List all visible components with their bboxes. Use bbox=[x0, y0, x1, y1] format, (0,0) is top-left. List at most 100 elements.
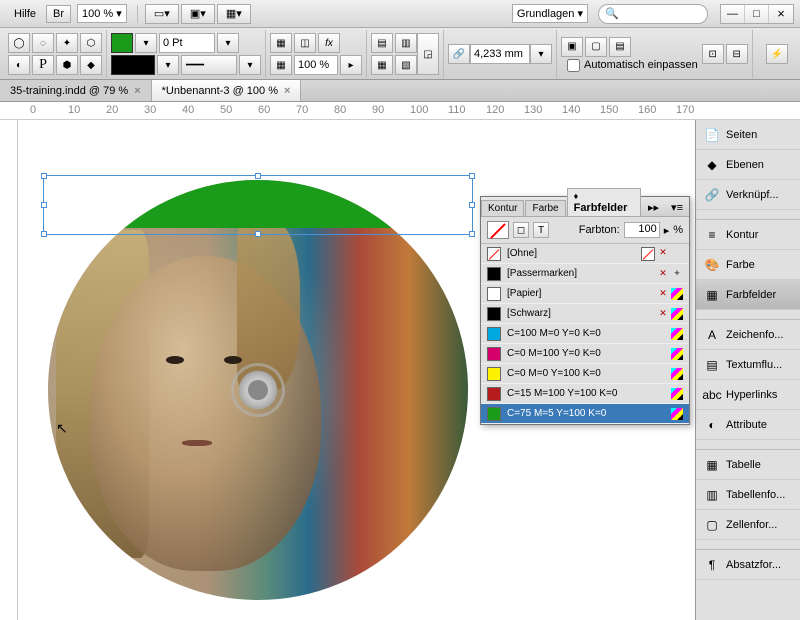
fill-swatch[interactable] bbox=[111, 33, 133, 53]
opacity-icon[interactable]: ▦ bbox=[270, 55, 292, 75]
panel-tab[interactable]: ◆Ebenen bbox=[696, 150, 800, 180]
fit-icon[interactable]: ▤ bbox=[609, 37, 631, 57]
autofit-checkbox[interactable]: Automatisch einpassen bbox=[567, 59, 698, 72]
swatch-row[interactable]: [Passermarken]✕✦ bbox=[481, 264, 689, 284]
fit-icon[interactable]: ▣ bbox=[561, 37, 583, 57]
tint-input[interactable]: 100 bbox=[624, 222, 660, 238]
panel-tab[interactable]: 🔗Verknüpf... bbox=[696, 180, 800, 210]
swatch-row[interactable]: C=75 M=5 Y=100 K=0 bbox=[481, 404, 689, 424]
textwrap-icon[interactable]: ▦ bbox=[371, 55, 393, 75]
tool-icon[interactable]: ✦ bbox=[56, 33, 78, 53]
fit-icon[interactable]: ⊡ bbox=[702, 44, 724, 64]
panel-menu-icon[interactable]: ▾≡ bbox=[665, 199, 689, 216]
ruler-vertical[interactable] bbox=[0, 120, 18, 620]
panel-tab[interactable]: 🎨Farbe bbox=[696, 250, 800, 280]
fill-indicator[interactable] bbox=[487, 221, 509, 239]
bridge-button[interactable]: Br bbox=[46, 5, 71, 23]
control-toolbar: ◯ ◌ ✦ ⬡ ◐ P ⬢ ◆ ▾ 0 Pt ▾ ▾ ━ bbox=[0, 28, 800, 80]
panel-tab-farbe[interactable]: Farbe bbox=[525, 200, 565, 216]
fit-icon[interactable]: ⊟ bbox=[726, 44, 748, 64]
opacity-icon[interactable]: ▦ bbox=[270, 33, 292, 53]
tool-icon[interactable]: ◆ bbox=[80, 55, 102, 75]
opacity-input[interactable]: 100 % bbox=[294, 55, 338, 75]
tool-icon[interactable]: ⬢ bbox=[56, 55, 78, 75]
panel-tab[interactable]: ▦Tabelle bbox=[696, 450, 800, 480]
view-options-button[interactable]: ▭▾ bbox=[145, 4, 179, 24]
close-icon[interactable]: × bbox=[284, 85, 290, 97]
search-icon: 🔍 bbox=[605, 7, 619, 20]
search-input[interactable]: 🔍 bbox=[598, 4, 708, 24]
effects-icon[interactable]: ◫ bbox=[294, 33, 316, 53]
stepper[interactable]: ▸ bbox=[340, 55, 362, 75]
document-tabs: 35-training.indd @ 79 %× *Unbenannt-3 @ … bbox=[0, 80, 800, 102]
swatch-row[interactable]: [Papier]✕ bbox=[481, 284, 689, 304]
zoom-select[interactable]: 100 % ▾ bbox=[77, 4, 127, 23]
panel-tab[interactable]: AZeichenfo... bbox=[696, 320, 800, 350]
menu-help[interactable]: Hilfe bbox=[6, 4, 44, 24]
swatch-row[interactable]: C=0 M=100 Y=0 K=0 bbox=[481, 344, 689, 364]
textwrap-icon[interactable]: ▧ bbox=[395, 55, 417, 75]
fill-dropdown[interactable]: ▾ bbox=[135, 33, 157, 53]
container-formatting-icon[interactable]: ◻ bbox=[513, 222, 529, 238]
panel-tab[interactable]: ¶Absatzfor... bbox=[696, 550, 800, 580]
workspace-select[interactable]: Grundlagen ▾ bbox=[512, 4, 588, 23]
close-icon[interactable]: × bbox=[134, 85, 140, 97]
corner-button[interactable]: ◲ bbox=[417, 33, 439, 75]
stepper[interactable]: ▾ bbox=[239, 55, 261, 75]
window-controls: — □ × bbox=[720, 4, 794, 24]
menu-bar: Hilfe Br 100 % ▾ ▭▾ ▣▾ ▦▾ Grundlagen ▾ 🔍… bbox=[0, 0, 800, 28]
stepper[interactable]: ▾ bbox=[530, 44, 552, 64]
panel-collapse-icon[interactable]: ▸▸ bbox=[642, 199, 665, 216]
percent-label: % bbox=[673, 224, 683, 236]
cd-center-hole bbox=[231, 363, 285, 417]
panel-tab-farbfelder[interactable]: ♦ Farbfelder bbox=[567, 188, 641, 216]
text-icon[interactable]: P bbox=[32, 55, 54, 75]
fit-icon[interactable]: ▢ bbox=[585, 37, 607, 57]
tool-icon[interactable]: ⬡ bbox=[80, 33, 102, 53]
panel-tab[interactable]: abcHyperlinks bbox=[696, 380, 800, 410]
panel-dock: 📄Seiten◆Ebenen🔗Verknüpf...≡Kontur🎨Farbe▦… bbox=[695, 120, 800, 620]
swatch-row[interactable]: C=0 M=0 Y=100 K=0 bbox=[481, 364, 689, 384]
doc-tab[interactable]: 35-training.indd @ 79 %× bbox=[0, 80, 152, 101]
fx-button[interactable]: fx bbox=[318, 33, 340, 53]
swatches-panel[interactable]: Kontur Farbe ♦ Farbfelder ▸▸ ▾≡ ◻ T Farb… bbox=[480, 196, 690, 425]
panel-tab[interactable]: ◐Attribute bbox=[696, 410, 800, 440]
close-button[interactable]: × bbox=[769, 5, 793, 23]
panel-tab-kontur[interactable]: Kontur bbox=[481, 200, 524, 216]
panel-tab[interactable]: ▢Zellenfor... bbox=[696, 510, 800, 540]
stroke-weight-input[interactable]: 0 Pt bbox=[159, 33, 215, 53]
textwrap-icon[interactable]: ▥ bbox=[395, 33, 417, 53]
panel-tab[interactable]: ▦Farbfelder bbox=[696, 280, 800, 310]
swatch-list: [Ohne]✕[Passermarken]✕✦[Papier]✕[Schwarz… bbox=[481, 244, 689, 424]
cd-artwork[interactable] bbox=[48, 180, 468, 600]
tool-icon[interactable]: ◌ bbox=[32, 33, 54, 53]
panel-tab[interactable]: ▥Tabellenfo... bbox=[696, 480, 800, 510]
minimize-button[interactable]: — bbox=[721, 5, 745, 23]
swatch-row[interactable]: [Ohne]✕ bbox=[481, 244, 689, 264]
stroke-style[interactable]: ━━━ bbox=[181, 55, 237, 75]
textwrap-icon[interactable]: ▤ bbox=[371, 33, 393, 53]
gap-input[interactable]: 4,233 mm bbox=[470, 44, 530, 64]
swatch-row[interactable]: C=15 M=100 Y=100 K=0 bbox=[481, 384, 689, 404]
tool-icon[interactable]: ◐ bbox=[8, 55, 30, 75]
stroke-dropdown[interactable]: ▾ bbox=[157, 55, 179, 75]
link-icon[interactable]: 🔗 bbox=[448, 44, 470, 64]
flyout-icon[interactable]: ⚡ bbox=[766, 44, 788, 64]
screen-mode-button[interactable]: ▣▾ bbox=[181, 4, 215, 24]
maximize-button[interactable]: □ bbox=[745, 5, 769, 23]
doc-tab[interactable]: *Unbenannt-3 @ 100 %× bbox=[152, 80, 302, 101]
arrange-docs-button[interactable]: ▦▾ bbox=[217, 4, 251, 24]
separator bbox=[137, 5, 138, 23]
stroke-swatch[interactable] bbox=[111, 55, 155, 75]
panel-tab[interactable]: ▤Textumflu... bbox=[696, 350, 800, 380]
panel-tab[interactable]: ≡Kontur bbox=[696, 220, 800, 250]
tool-icon[interactable]: ◯ bbox=[8, 33, 30, 53]
selection-frame[interactable] bbox=[43, 175, 473, 235]
stepper[interactable]: ▾ bbox=[217, 33, 239, 53]
panel-tab[interactable]: 📄Seiten bbox=[696, 120, 800, 150]
swatch-row[interactable]: C=100 M=0 Y=0 K=0 bbox=[481, 324, 689, 344]
ruler-horizontal[interactable]: 0102030405060708090100110120130140150160… bbox=[0, 102, 800, 120]
swatch-row[interactable]: [Schwarz]✕ bbox=[481, 304, 689, 324]
tint-label: Farbton: bbox=[579, 224, 620, 236]
text-formatting-icon[interactable]: T bbox=[533, 222, 549, 238]
